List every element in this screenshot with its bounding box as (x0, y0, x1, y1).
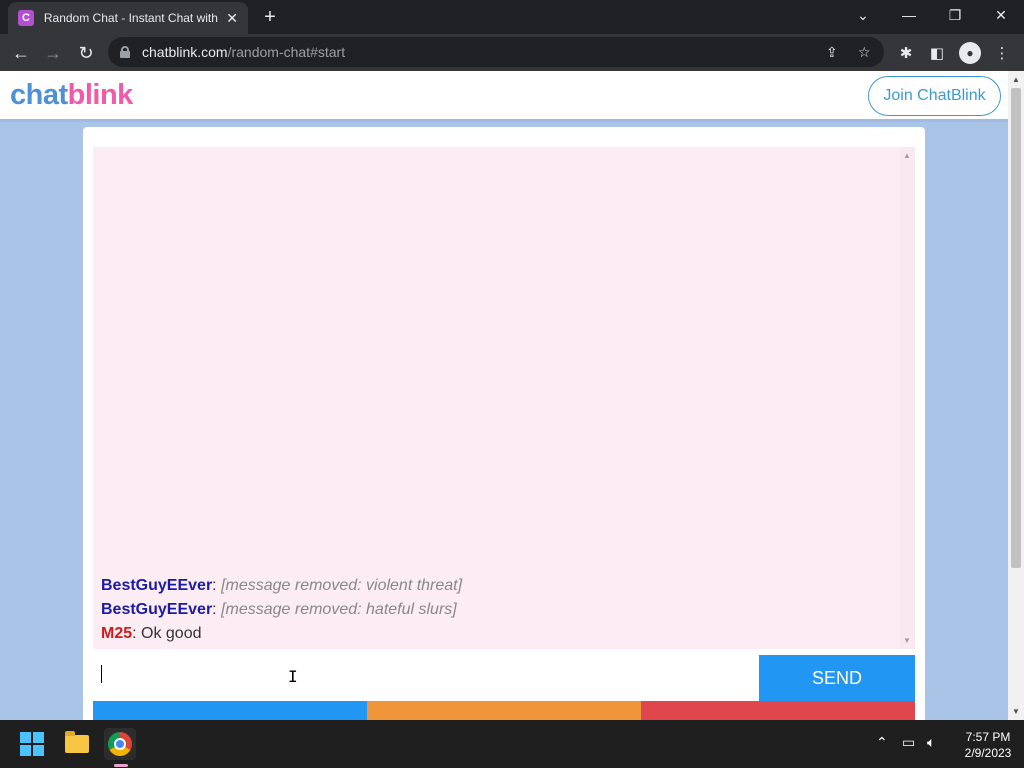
network-icon[interactable]: ▭ (902, 734, 915, 751)
message-text: [message removed: hateful slurs] (221, 601, 457, 618)
logo-chat-text: chat (10, 79, 68, 111)
url-path: /random-chat#start (227, 44, 346, 60)
system-clock[interactable]: 7:57 PM 2/9/2023 (958, 729, 1018, 761)
new-tab-button[interactable]: + (258, 5, 282, 29)
browser-toolbar: ← → ↻ chatblink.com/random-chat#start ⇪ … (0, 34, 1024, 71)
message-separator: : (132, 625, 142, 642)
chrome-icon (108, 732, 132, 756)
message-text: Ok good (141, 625, 202, 642)
text-cursor-ibeam-icon: I (288, 667, 298, 686)
web-page: chatblink Join ChatBlink BestGuyEEver: [… (0, 71, 1008, 720)
clock-time: 7:57 PM (965, 730, 1011, 744)
back-button[interactable]: ← (8, 40, 34, 66)
send-button[interactable]: SEND (759, 655, 915, 701)
minimize-button[interactable]: — (886, 0, 932, 30)
pause-chat-button[interactable] (367, 701, 641, 720)
message-input-row: SEND (93, 655, 915, 701)
menu-kebab-icon[interactable]: ⋮ (991, 42, 1013, 64)
message-username[interactable]: BestGuyEEver (101, 601, 212, 618)
bookmark-star-icon[interactable]: ☆ (858, 44, 871, 61)
message-separator: : (212, 577, 222, 594)
page-scrollbar[interactable]: ▲ ▼ (1008, 71, 1024, 720)
tab-title: Random Chat - Instant Chat with (43, 11, 218, 25)
chatblink-favicon-icon: C (18, 10, 34, 26)
message-separator: : (212, 601, 222, 618)
start-button[interactable] (16, 728, 48, 760)
show-hidden-icons-chevron-icon[interactable]: ⌃ (876, 734, 888, 751)
page-scroll-up-icon[interactable]: ▲ (1012, 75, 1020, 84)
message-username[interactable]: BestGuyEEver (101, 577, 212, 594)
report-button[interactable] (641, 701, 915, 720)
scroll-down-arrow-icon[interactable]: ▼ (903, 636, 911, 645)
lock-icon[interactable] (120, 46, 130, 58)
volume-icon[interactable]: 🔈︎ (927, 734, 935, 751)
chatblink-logo[interactable]: chatblink (10, 79, 133, 112)
browser-tab[interactable]: C Random Chat - Instant Chat with ✕ (8, 2, 248, 34)
chat-action-buttons (93, 701, 915, 720)
chat-card: BestGuyEEver: [message removed: violent … (83, 127, 925, 720)
address-bar[interactable]: chatblink.com/random-chat#start ⇪ ☆ (108, 37, 884, 67)
browser-tab-strip: C Random Chat - Instant Chat with ✕ + ⌄ … (0, 0, 1024, 34)
site-header: chatblink Join ChatBlink (0, 71, 1008, 122)
tab-search-chevron-icon[interactable]: ⌄ (840, 0, 886, 30)
chrome-taskbar-button[interactable] (104, 728, 136, 760)
chat-message: BestGuyEEver: [message removed: violent … (101, 574, 891, 598)
message-input[interactable] (93, 655, 759, 701)
tab-close-icon[interactable]: ✕ (226, 10, 238, 27)
restore-button[interactable]: ❐ (932, 0, 978, 30)
message-username[interactable]: M25 (101, 625, 132, 642)
page-scroll-thumb[interactable] (1011, 88, 1021, 568)
windows-taskbar: ⌃ ▭ 🔈︎ 7:57 PM 2/9/2023 (0, 720, 1024, 768)
folder-icon (65, 731, 89, 753)
active-app-indicator (114, 764, 128, 767)
clock-date: 2/9/2023 (964, 746, 1012, 760)
reload-button[interactable]: ↻ (73, 40, 99, 66)
logo-blink-text: blink (67, 79, 134, 111)
chat-message: M25: Ok good (101, 622, 891, 646)
share-icon[interactable]: ⇪ (826, 44, 838, 61)
scroll-up-arrow-icon[interactable]: ▲ (903, 151, 911, 160)
text-caret (101, 665, 102, 683)
chat-message: BestGuyEEver: [message removed: hateful … (101, 598, 891, 622)
chat-log: BestGuyEEver: [message removed: violent … (93, 147, 915, 649)
chat-scrollbar[interactable]: ▲ ▼ (900, 147, 915, 649)
close-window-button[interactable]: ✕ (978, 0, 1024, 30)
file-explorer-button[interactable] (61, 728, 93, 760)
new-chat-button[interactable] (93, 701, 367, 720)
windows-logo-icon (20, 732, 44, 756)
message-text: [message removed: violent threat] (221, 577, 463, 594)
url-host: chatblink.com (142, 44, 228, 60)
page-scroll-down-icon[interactable]: ▼ (1012, 707, 1020, 716)
side-panel-icon[interactable]: ◧ (926, 42, 948, 64)
join-chatblink-button[interactable]: Join ChatBlink (868, 76, 1001, 116)
message-list: BestGuyEEver: [message removed: violent … (101, 574, 891, 646)
forward-button[interactable]: → (40, 40, 66, 66)
profile-avatar-icon[interactable]: ● (959, 42, 981, 64)
extensions-puzzle-icon[interactable]: ✱ (895, 42, 917, 64)
